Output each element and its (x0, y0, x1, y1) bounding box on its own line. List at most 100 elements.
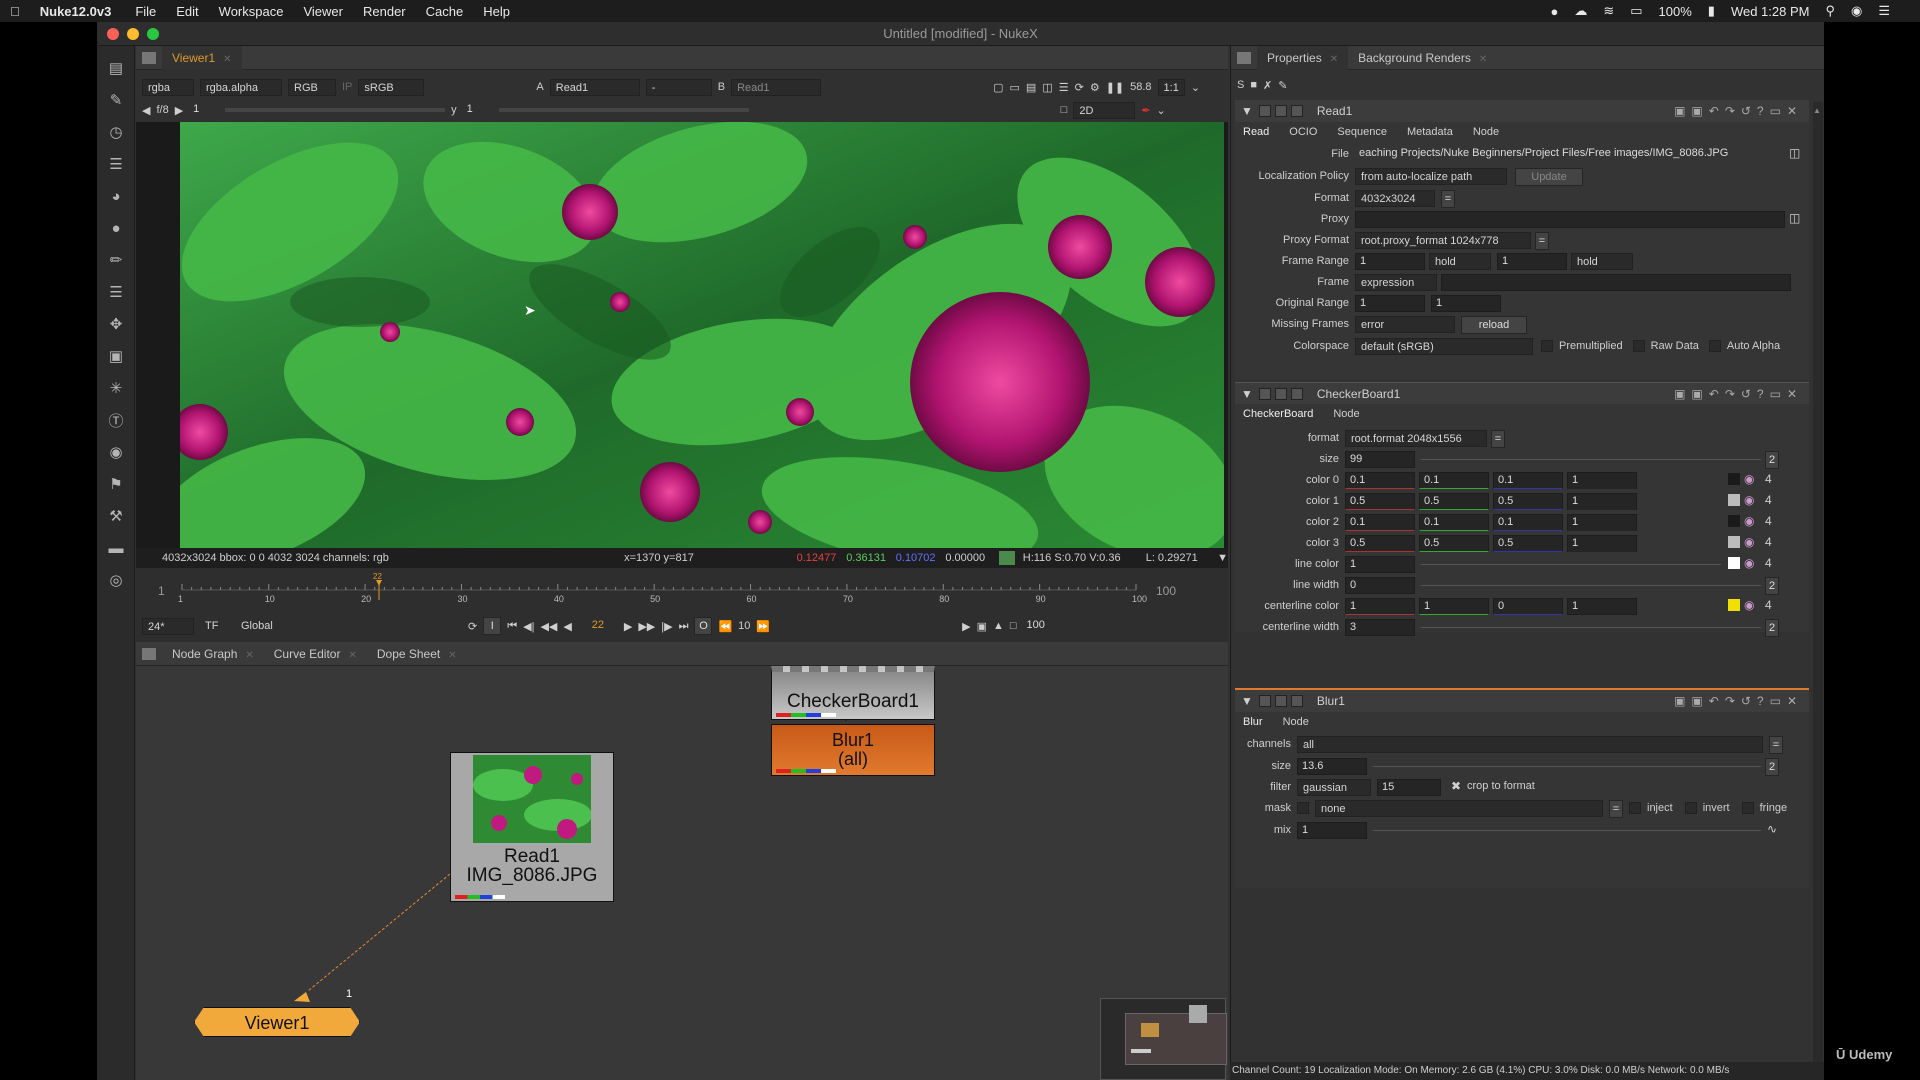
header-controls-icon[interactable]: ▣▣↶↷↺?▭✕ (1674, 694, 1809, 708)
fstop-value[interactable]: f/8 (156, 104, 168, 116)
tab-background-renders[interactable]: Background Renders ✕ (1348, 46, 1497, 70)
next-keyframe-icon[interactable]: |▶ (661, 620, 672, 633)
gain-slider[interactable] (225, 108, 446, 112)
skip-back-icon[interactable]: ⏪ (718, 620, 732, 633)
wifi-icon[interactable]: ≋ (1603, 3, 1614, 19)
timeline-start[interactable]: 1 (158, 584, 165, 598)
edit-icon[interactable]: ✎ (1278, 79, 1287, 92)
format-dropdown[interactable]: root.format 2048x1556 (1345, 430, 1487, 447)
float-icon[interactable] (1290, 105, 1303, 117)
clear-icon[interactable]: ✗ (1263, 79, 1272, 92)
tab-ocio[interactable]: OCIO (1289, 126, 1317, 138)
inject-checkbox[interactable] (1629, 802, 1641, 814)
menu-workspace[interactable]: Workspace (209, 4, 294, 19)
color-component-field[interactable]: 0.1 (1345, 514, 1415, 531)
control-center-icon[interactable]: ☰ (1878, 3, 1890, 19)
node-name-field[interactable]: Blur1 (1317, 694, 1345, 708)
clipping-icon[interactable]: ☰ (1059, 81, 1069, 94)
export-icon[interactable]: □ (1010, 620, 1017, 632)
float-icon[interactable] (1290, 387, 1303, 400)
hide-icon[interactable] (1258, 695, 1271, 707)
line-width-field[interactable]: 0 (1345, 577, 1415, 594)
frame-range-start[interactable]: 1 (1355, 253, 1425, 270)
node-checkerboard1[interactable]: CheckerBoard1 (771, 666, 935, 720)
color-component-field[interactable]: 0.5 (1419, 493, 1489, 510)
properties-scrollbar[interactable]: ▲ (1813, 102, 1823, 1080)
metadata-tool-icon[interactable]: ⚑ (104, 472, 128, 496)
timeline-end[interactable]: 100 (1156, 584, 1176, 598)
menu-file[interactable]: File (125, 4, 166, 19)
collapse-icon[interactable]: ▼ (1241, 104, 1253, 118)
color-component-field[interactable]: 0.1 (1345, 472, 1415, 489)
split-button[interactable]: 2 (1765, 758, 1779, 776)
before-dropdown[interactable]: hold (1429, 253, 1491, 270)
mask-edit-icon[interactable]: = (1609, 800, 1623, 818)
format-dropdown[interactable]: 4032x3024 (1355, 190, 1435, 207)
channel-count[interactable]: 4 (1765, 514, 1772, 528)
color-component-field[interactable]: 0.1 (1493, 472, 1563, 489)
out-point-button[interactable]: O (694, 617, 713, 635)
format-edit-icon[interactable]: = (1441, 190, 1455, 208)
deep-tool-icon[interactable]: Ⓣ (104, 408, 128, 432)
image-tool-icon[interactable]: ▤ (104, 56, 128, 80)
channel-tool-icon[interactable]: ☰ (104, 152, 128, 176)
end-frame-field[interactable]: 100 (1023, 618, 1061, 635)
localization-dropdown[interactable]: from auto-localize path (1355, 168, 1507, 185)
cloud-icon[interactable]: ☁ (1574, 3, 1587, 19)
mask-checkbox[interactable] (1297, 802, 1309, 814)
file-browse-icon[interactable]: ◫ (1789, 146, 1800, 160)
color-component-field[interactable]: 0.5 (1493, 493, 1563, 510)
frame-ruler[interactable]: 1 10 20 30 40 50 60 70 80 90 100 22 (176, 572, 1156, 604)
viewer-options-icon[interactable]: ⌄ (1191, 81, 1200, 94)
tab-properties[interactable]: Properties ✕ (1257, 45, 1349, 70)
roi-select-icon[interactable]: □ (1061, 104, 1068, 116)
header-controls-icon[interactable]: ▣▣↶↷↺?▭✕ (1674, 387, 1809, 401)
channel-count[interactable]: 4 (1765, 493, 1772, 507)
downrez-icon[interactable]: ▤ (1026, 81, 1036, 94)
close-icon[interactable]: ✕ (223, 54, 231, 65)
more-icon[interactable]: ⌄ (1157, 104, 1166, 117)
particles-tool-icon[interactable]: ✳ (104, 376, 128, 400)
proxy-browse-icon[interactable]: ◫ (1789, 211, 1800, 225)
render-icon[interactable]: ⚙ (1090, 81, 1100, 94)
update-button[interactable]: Update (1515, 168, 1583, 186)
proxy-field[interactable] (1355, 211, 1785, 228)
gamma-field[interactable]: 1 (463, 102, 493, 119)
global-range-dropdown[interactable]: Global (236, 618, 296, 635)
close-icon[interactable]: ✕ (448, 650, 456, 661)
lock-icon[interactable]: ■ (1250, 79, 1257, 91)
info-expand-icon[interactable]: ▼ (1217, 552, 1228, 564)
color-swatch[interactable] (1728, 494, 1740, 506)
channels-dropdown[interactable]: rgba (142, 78, 194, 96)
tab-read[interactable]: Read (1243, 126, 1269, 138)
mix-field[interactable]: 1 (1297, 822, 1367, 839)
3d-tool-icon[interactable]: ▣ (104, 344, 128, 368)
centerline-color-swatch[interactable] (1728, 599, 1740, 611)
paint-icon[interactable]: ✒ (1141, 104, 1150, 117)
original-range-end[interactable]: 1 (1431, 295, 1501, 312)
proxy-format-edit-icon[interactable]: = (1535, 232, 1549, 250)
format-edit-icon[interactable]: = (1491, 430, 1505, 448)
transform-tool-icon[interactable]: ✥ (104, 312, 128, 336)
color-component-field[interactable]: 1 (1567, 535, 1637, 552)
cache-icon[interactable]: ▣ (977, 620, 987, 633)
close-icon[interactable]: ✕ (1479, 54, 1487, 65)
line-color-field[interactable]: 1 (1345, 556, 1415, 573)
viewer-canvas[interactable]: ➤ (136, 122, 1228, 548)
missing-frames-dropdown[interactable]: error (1355, 316, 1455, 333)
tab-node[interactable]: Node (1473, 126, 1499, 138)
channels-edit-icon[interactable]: = (1769, 736, 1783, 754)
blur-size-slider[interactable] (1373, 761, 1761, 767)
split-button[interactable]: 2 (1765, 451, 1779, 469)
colorspace-dropdown[interactable]: default (sRGB) (1355, 338, 1533, 355)
region-icon[interactable]: ◫ (1042, 81, 1052, 94)
toolsets-tool-icon[interactable]: ⚒ (104, 504, 128, 528)
current-frame-field[interactable]: 22 (578, 618, 618, 635)
split-button[interactable]: 2 (1765, 577, 1779, 595)
node-read1[interactable]: Read1 IMG_8086.JPG (450, 752, 614, 902)
color-component-field[interactable]: 1 (1567, 472, 1637, 489)
animation-icon[interactable]: ∿ (1767, 822, 1777, 836)
battery-icon[interactable]: ▮ (1708, 3, 1715, 19)
color-component-field[interactable]: 0.5 (1345, 493, 1415, 510)
color-wheel-icon[interactable]: ◉ (1744, 535, 1754, 549)
